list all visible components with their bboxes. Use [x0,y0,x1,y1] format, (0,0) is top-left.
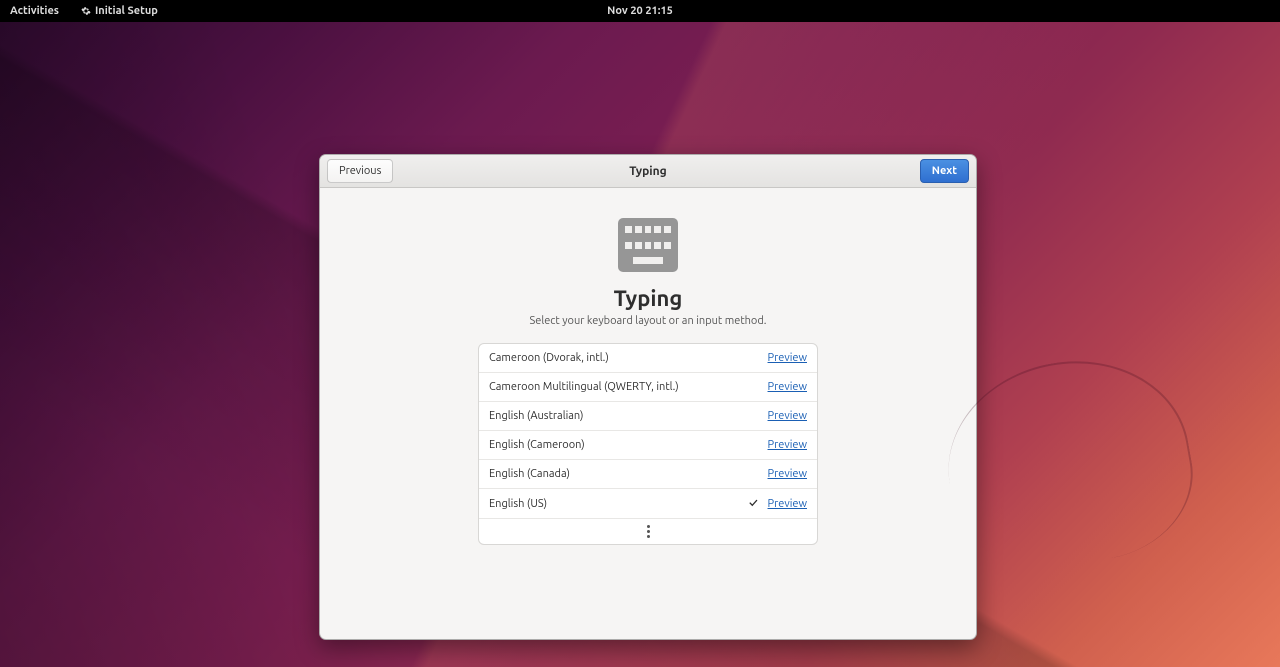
initial-setup-dialog: Previous Typing Next Typing Select your … [319,154,977,640]
layout-name: Cameroon Multilingual (QWERTY, intl.) [489,381,768,393]
preview-link[interactable]: Preview [768,468,807,480]
app-menu-label: Initial Setup [95,5,158,17]
keyboard-icon [618,218,678,272]
page-subtitle: Select your keyboard layout or an input … [320,315,976,327]
layout-name: English (Cameroon) [489,439,768,451]
layout-name: English (US) [489,498,745,510]
keyboard-layout-list: Cameroon (Dvorak, intl.) Preview Cameroo… [478,343,818,545]
activities-button[interactable]: Activities [10,5,59,17]
layout-name: Cameroon (Dvorak, intl.) [489,352,768,364]
page-title: Typing [320,286,976,311]
layout-row[interactable]: English (US) ✓ Preview [479,489,817,519]
layout-name: English (Canada) [489,468,768,480]
preview-link[interactable]: Preview [768,439,807,451]
layout-row[interactable]: English (Canada) Preview [479,460,817,489]
headerbar: Previous Typing Next [320,155,976,188]
top-panel: Activities Initial Setup Nov 20 21:15 [0,0,1280,22]
preview-link[interactable]: Preview [768,381,807,393]
app-menu[interactable]: Initial Setup [81,5,158,17]
gear-icon [81,6,91,16]
more-layouts-button[interactable] [479,519,817,544]
previous-button[interactable]: Previous [327,159,393,183]
dialog-content: Typing Select your keyboard layout or an… [320,188,976,545]
vertical-dots-icon [647,525,650,538]
next-button[interactable]: Next [920,159,969,183]
layout-row[interactable]: Cameroon Multilingual (QWERTY, intl.) Pr… [479,373,817,402]
layout-name: English (Australian) [489,410,768,422]
check-icon: ✓ [749,497,757,510]
preview-link[interactable]: Preview [768,410,807,422]
layout-row[interactable]: English (Australian) Preview [479,402,817,431]
layout-row[interactable]: English (Cameroon) Preview [479,431,817,460]
layout-row[interactable]: Cameroon (Dvorak, intl.) Preview [479,344,817,373]
clock[interactable]: Nov 20 21:15 [607,5,673,17]
dialog-title: Typing [629,165,666,178]
preview-link[interactable]: Preview [768,498,807,510]
desktop-background: Previous Typing Next Typing Select your … [0,22,1280,667]
preview-link[interactable]: Preview [768,352,807,364]
